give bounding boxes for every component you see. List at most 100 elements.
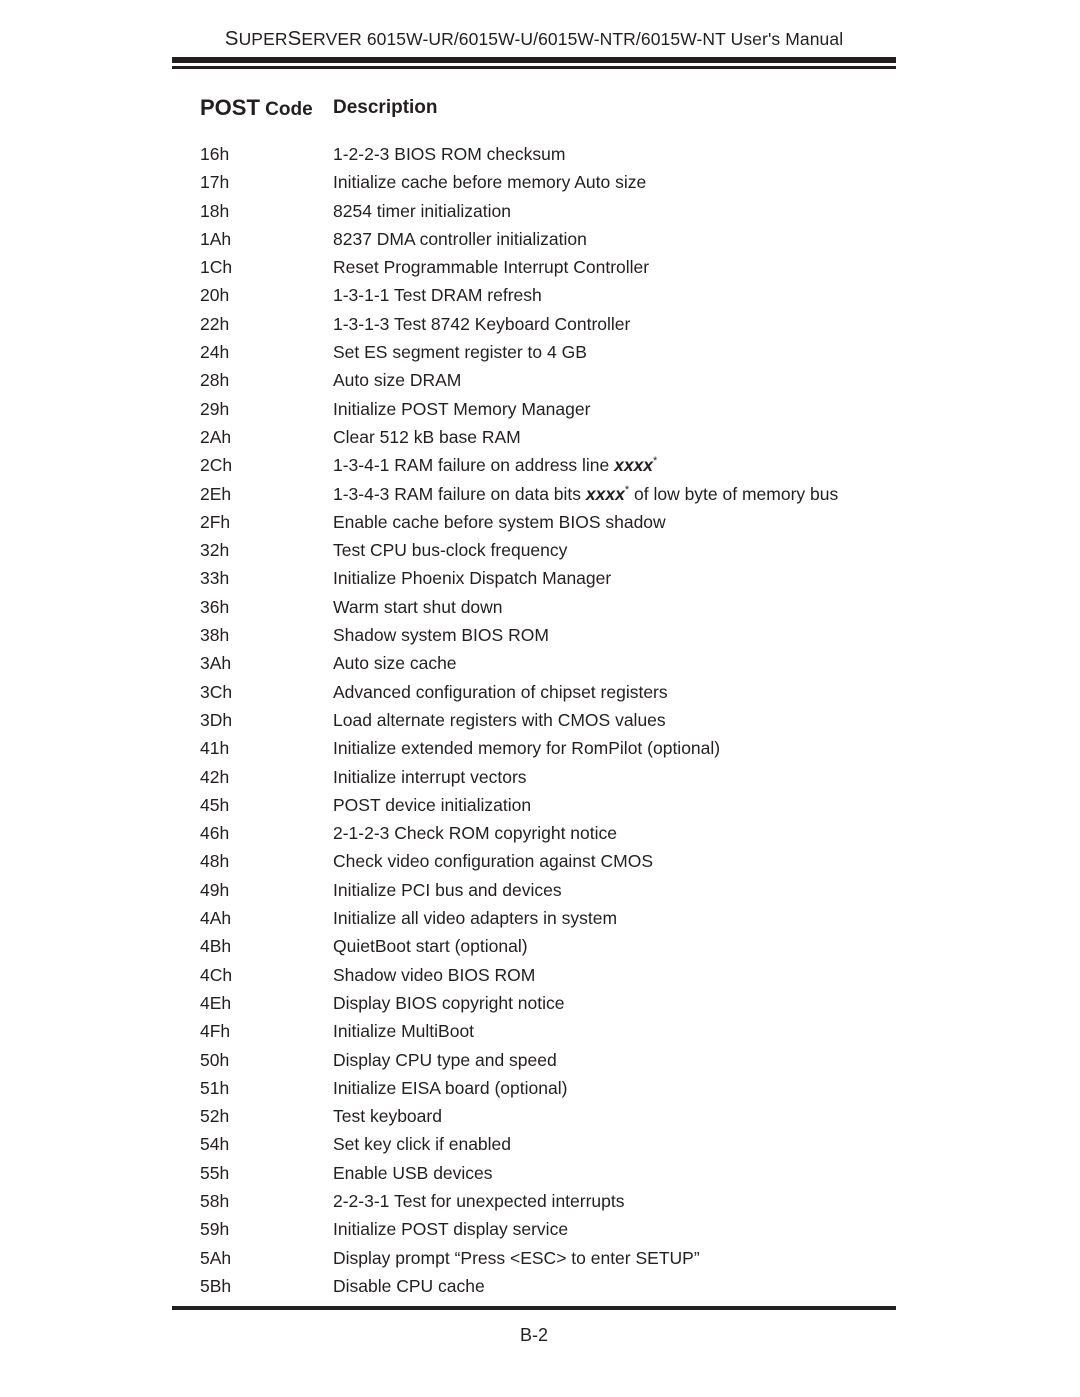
- table-row: 4Bh QuietBoot start (optional): [0, 935, 1080, 963]
- table-row: 3Ah Auto size cache: [0, 652, 1080, 680]
- post-code-cell: 20h: [200, 285, 230, 306]
- description-cell: 1-3-4-1 RAM failure on address line xxxx…: [333, 454, 657, 476]
- footer-rule: [172, 1306, 896, 1310]
- table-row: 36h Warm start shut down: [0, 596, 1080, 624]
- post-code-cell: 2Eh: [200, 483, 232, 504]
- table-row: 24h Set ES segment register to 4 GB: [0, 341, 1080, 369]
- page-number: B-2: [519, 1325, 548, 1345]
- post-code-cell: 3Dh: [200, 709, 233, 730]
- description-text-tail: of low byte of memory bus: [629, 483, 839, 504]
- table-row: 33h Initialize Phoenix Dispatch Manager: [0, 567, 1080, 595]
- post-code-cell: 55h: [200, 1162, 230, 1183]
- table-row: 58h 2-2-3-1 Test for unexpected interrupt…: [0, 1190, 1080, 1218]
- post-code-cell: 29h: [200, 398, 230, 419]
- post-code-cell: 5Ah: [200, 1247, 232, 1268]
- table-row: 55h Enable USB devices: [0, 1162, 1080, 1190]
- table-row: 52h Test keyboard: [0, 1105, 1080, 1133]
- header-rule-thin: [172, 66, 896, 69]
- description-cell: Load alternate registers with CMOS value…: [333, 709, 666, 730]
- description-cell: Shadow video BIOS ROM: [333, 964, 536, 985]
- running-header: SUPERSERVER 6015W-UR/6015W-U/6015W-NTR/6…: [172, 28, 896, 50]
- description-cell: Initialize MultiBoot: [333, 1021, 475, 1042]
- description-cell: Display prompt “Press <ESC> to enter SET…: [333, 1247, 700, 1268]
- post-code-cell: 45h: [200, 794, 230, 815]
- description-cell: 1-3-1-1 Test DRAM refresh: [333, 285, 542, 306]
- description-text: 1-3-4-1 RAM failure on address line: [333, 455, 615, 476]
- post-code-cell: 16h: [200, 144, 230, 164]
- column-header-post-code-caps: POST: [200, 95, 260, 120]
- running-header-part2: ERVER 6015W-UR/6015W-U/6015W-NTR/6015W-N…: [301, 29, 844, 49]
- description-cell: Clear 512 kB base RAM: [333, 426, 521, 447]
- running-header-part1: UPER: [238, 29, 288, 49]
- post-code-cell: 48h: [200, 851, 230, 872]
- description-cell: Initialize PCI bus and devices: [333, 879, 562, 900]
- table-row: 59h Initialize POST display service: [0, 1218, 1080, 1246]
- description-cell: POST device initialization: [333, 794, 532, 815]
- table-row: 45h POST device initialization: [0, 794, 1080, 822]
- table-row: 2Ch 1-3-4-1 RAM failure on address line x…: [0, 454, 1080, 482]
- description-cell: 8254 timer initialization: [333, 200, 512, 221]
- description-emphasis: xxxx: [614, 455, 654, 476]
- post-code-cell: 1Ah: [200, 228, 232, 249]
- table-row: 46h 2-1-2-3 Check ROM copyright notice: [0, 822, 1080, 850]
- table-row: 48h Check video configuration against CMO…: [0, 850, 1080, 878]
- document-page: SUPERSERVER 6015W-UR/6015W-U/6015W-NTR/6…: [0, 0, 1080, 1397]
- table-row: 29h Initialize POST Memory Manager: [0, 398, 1080, 426]
- description-text: 1-3-4-3 RAM failure on data bits: [333, 483, 586, 504]
- description-cell: Test keyboard: [333, 1106, 442, 1127]
- description-cell: Initialize POST Memory Manager: [333, 398, 591, 419]
- description-cell: Auto size cache: [333, 653, 457, 674]
- post-code-cell: 22h: [200, 313, 230, 334]
- description-cell: Enable USB devices: [333, 1162, 493, 1183]
- post-code-cell: 42h: [200, 766, 230, 787]
- post-code-cell: 17h: [200, 172, 230, 193]
- post-code-cell: 4Fh: [200, 1021, 231, 1042]
- description-cell: Initialize interrupt vectors: [333, 766, 527, 787]
- post-code-cell: 18h: [200, 200, 230, 221]
- table-row: 2Eh 1-3-4-3 RAM failure on data bits xxxx…: [0, 483, 1080, 511]
- description-cell: 8237 DMA controller initialization: [333, 228, 587, 249]
- post-code-cell: 36h: [200, 596, 230, 617]
- post-code-cell: 32h: [200, 540, 230, 561]
- post-code-cell: 41h: [200, 738, 230, 759]
- description-footnote-marker: *: [653, 455, 658, 468]
- table-row: 20h 1-3-1-1 Test DRAM refresh: [0, 284, 1080, 312]
- post-code-cell: 58h: [200, 1190, 230, 1211]
- running-header-second-s: S: [287, 27, 302, 50]
- table-row: 54h Set key click if enabled: [0, 1133, 1080, 1161]
- table-row: 28h Auto size DRAM: [0, 369, 1080, 397]
- description-cell: Set key click if enabled: [333, 1134, 512, 1155]
- column-header-post-code-rest: Code: [259, 99, 313, 120]
- post-code-cell: 4Ch: [200, 964, 233, 985]
- table-row: 49h Initialize PCI bus and devices: [0, 879, 1080, 907]
- post-code-cell: 52h: [200, 1106, 230, 1127]
- post-code-cell: 54h: [200, 1134, 230, 1155]
- post-code-cell: 5Bh: [200, 1275, 232, 1296]
- description-cell: Initialize all video adapters in system: [333, 908, 618, 929]
- post-code-table: POST Code Description 16h 1-2-2-3 BIOS RO…: [0, 96, 1080, 1303]
- table-header-row: POST Code Description: [0, 96, 1080, 130]
- post-code-cell: 38h: [200, 625, 230, 646]
- description-cell: Check video configuration against CMOS: [333, 851, 654, 872]
- post-code-cell: 59h: [200, 1219, 230, 1240]
- post-code-cell: 2Ah: [200, 426, 232, 447]
- post-code-cell: 50h: [200, 1049, 230, 1070]
- description-cell: Initialize extended memory for RomPilot …: [333, 738, 721, 759]
- table-row: 5Bh Disable CPU cache: [0, 1275, 1080, 1303]
- table-row: 41h Initialize extended memory for RomPil…: [0, 737, 1080, 765]
- table-row: 2Ah Clear 512 kB base RAM: [0, 426, 1080, 454]
- description-cell: Shadow system BIOS ROM: [333, 625, 549, 646]
- description-cell: 2-2-3-1 Test for unexpected interrupts: [333, 1190, 625, 1211]
- description-cell: Display BIOS copyright notice: [333, 992, 565, 1013]
- description-cell: Disable CPU cache: [333, 1275, 485, 1296]
- description-cell: Initialize Phoenix Dispatch Manager: [333, 568, 612, 589]
- header-rule-thick: [172, 57, 896, 63]
- column-header-post-code: POST Code: [200, 96, 313, 122]
- description-cell: Advanced configuration of chipset regist…: [333, 681, 668, 702]
- description-cell: Warm start shut down: [333, 596, 503, 617]
- table-body: 16h 1-2-2-3 BIOS ROM checksum 17h Initializ…: [0, 143, 1080, 1303]
- table-row: 42h Initialize interrupt vectors: [0, 766, 1080, 794]
- description-emphasis: xxxx: [585, 483, 625, 504]
- description-cell: Initialize cache before memory Auto size: [333, 172, 647, 193]
- table-row: 22h 1-3-1-3 Test 8742 Keyboard Controller: [0, 313, 1080, 341]
